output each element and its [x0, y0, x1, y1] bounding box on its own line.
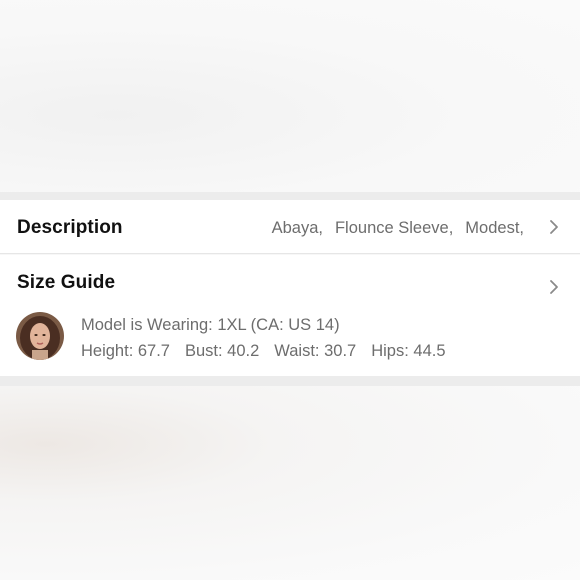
description-tags: Abaya, Flounce Sleeve, Modest,	[272, 219, 524, 238]
model-wearing-text: Model is Wearing: 1XL (CA: US 14)	[81, 316, 340, 334]
section-divider	[0, 192, 580, 200]
tag-abaya: Abaya,	[271, 219, 323, 237]
chevron-right-icon[interactable]	[548, 279, 560, 295]
tag-flounce-sleeve: Flounce Sleeve,	[334, 219, 454, 237]
measurement-hips: Hips: 44.5	[371, 342, 446, 360]
size-guide-row[interactable]: Size Guide Model is Wearing: 1XL (CA: US…	[0, 255, 580, 376]
chevron-right-icon[interactable]	[548, 219, 560, 235]
description-title: Description	[17, 217, 123, 238]
model-measurements: Height: 67.7 Bust: 40.2 Waist: 30.7 Hips…	[81, 338, 446, 364]
measurement-waist: Waist: 30.7	[274, 342, 357, 360]
measurement-bust: Bust: 40.2	[184, 342, 260, 360]
section-divider	[0, 376, 580, 386]
model-info: Model is Wearing: 1XL (CA: US 14) Height…	[81, 312, 446, 364]
tag-modest: Modest,	[465, 219, 524, 237]
model-avatar	[16, 312, 64, 360]
size-guide-title: Size Guide	[17, 272, 116, 293]
measurement-height: Height: 67.7	[81, 342, 170, 360]
blurred-product-image-top	[0, 0, 580, 192]
product-detail-page: Description Abaya, Flounce Sleeve, Modes…	[0, 0, 580, 580]
blurred-product-image-bottom	[0, 386, 580, 580]
description-row[interactable]: Description Abaya, Flounce Sleeve, Modes…	[0, 200, 580, 254]
